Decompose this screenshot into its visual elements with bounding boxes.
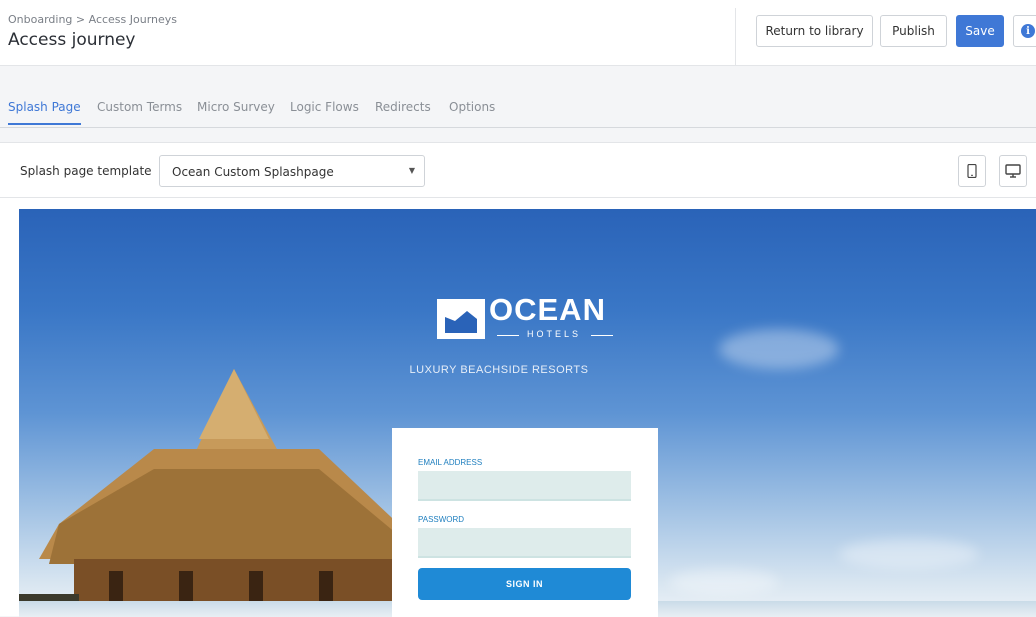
hotel-logo-icon: [437, 299, 485, 339]
template-select-value: Ocean Custom Splashpage: [172, 165, 334, 179]
beach-hut-image: [19, 369, 399, 617]
editor-panel: Splash page template Ocean Custom Splash…: [0, 142, 1036, 617]
return-to-library-button[interactable]: Return to library: [756, 15, 873, 47]
chevron-down-icon: ▼: [408, 166, 415, 175]
template-toolbar: Splash page template Ocean Custom Splash…: [0, 143, 1036, 198]
password-field[interactable]: [418, 528, 631, 558]
header-divider: [735, 8, 736, 66]
login-card: EMAIL ADDRESS PASSWORD SIGN IN: [392, 428, 658, 617]
cloud: [669, 569, 779, 595]
password-label: PASSWORD: [418, 515, 465, 524]
cloud: [839, 539, 979, 569]
tab-redirects[interactable]: Redirects: [375, 100, 431, 123]
brand-sub: HOTELS: [527, 329, 582, 339]
mobile-device-icon: [967, 164, 977, 178]
tab-splash-page[interactable]: Splash Page: [8, 100, 81, 125]
brand-name: OCEAN: [489, 292, 606, 327]
info-button[interactable]: i: [1013, 15, 1036, 47]
breadcrumb[interactable]: Onboarding > Access Journeys: [8, 13, 177, 26]
app-header: Onboarding > Access Journeys Access jour…: [0, 0, 1036, 66]
tab-logic-flows[interactable]: Logic Flows: [290, 100, 359, 123]
sign-in-button[interactable]: SIGN IN: [418, 568, 631, 600]
cloud: [719, 329, 839, 369]
email-field[interactable]: [418, 471, 631, 501]
template-label: Splash page template: [20, 164, 152, 178]
info-icon: i: [1021, 24, 1035, 38]
mobile-preview-button[interactable]: [958, 155, 986, 187]
desktop-monitor-icon: [1005, 164, 1021, 178]
tab-options[interactable]: Options: [449, 100, 495, 123]
template-select[interactable]: Ocean Custom Splashpage ▼: [159, 155, 425, 187]
page-title: Access journey: [8, 30, 136, 50]
splash-preview: OCEAN HOTELS LUXURY BEACHSIDE RESORTS EM…: [19, 209, 1036, 617]
divider: [591, 335, 613, 336]
tab-micro-survey[interactable]: Micro Survey: [197, 100, 275, 123]
tab-bar: Splash Page Custom Terms Micro Survey Lo…: [0, 90, 1036, 128]
brand-tagline: LUXURY BEACHSIDE RESORTS: [409, 364, 589, 376]
desktop-preview-button[interactable]: [999, 155, 1027, 187]
save-button[interactable]: Save: [956, 15, 1004, 47]
divider: [497, 335, 519, 336]
tab-custom-terms[interactable]: Custom Terms: [97, 100, 182, 123]
email-label: EMAIL ADDRESS: [418, 458, 483, 467]
publish-button[interactable]: Publish: [880, 15, 947, 47]
